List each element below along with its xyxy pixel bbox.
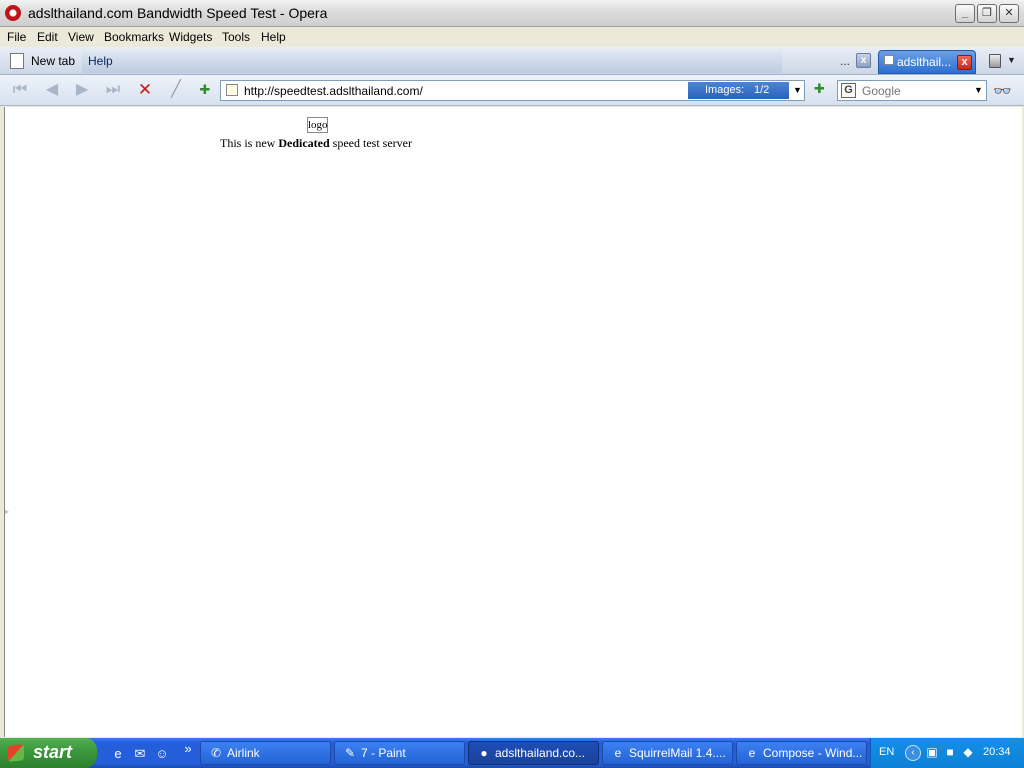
images-count: 1/2 xyxy=(754,84,770,96)
search-field[interactable]: G ▼ xyxy=(837,80,987,101)
quick-launch-more-icon[interactable]: » xyxy=(180,741,196,757)
start-label: start xyxy=(33,742,73,762)
opera-window: adslthailand.com Bandwidth Speed Test - … xyxy=(0,0,1024,738)
zoom-glasses-icon[interactable]: 👓 xyxy=(993,82,1012,100)
tab-help[interactable]: Help xyxy=(82,51,782,73)
close-window-button[interactable]: ✕ xyxy=(999,4,1019,23)
ie-icon: e xyxy=(614,746,622,760)
menu-edit[interactable]: Edit xyxy=(37,30,58,44)
intro-suffix: speed test server xyxy=(329,136,412,150)
bookmark-page-icon[interactable]: ✚ xyxy=(195,81,215,99)
add-bookmark-icon[interactable]: ✚ xyxy=(814,81,825,97)
fast-forward-icon[interactable]: ⏭ xyxy=(103,81,123,99)
tab-bar: New tab Help ... x adslthail... x ▼ xyxy=(0,47,1024,75)
task-compose[interactable]: e Compose - Wind... xyxy=(736,741,867,765)
task-opera[interactable]: ● adslthailand.co... xyxy=(468,741,599,765)
close-active-tab-icon[interactable]: x xyxy=(957,55,972,70)
rewind-icon[interactable]: ⏮ xyxy=(10,81,30,99)
menu-widgets[interactable]: Widgets xyxy=(169,30,212,44)
taskbar: start e ✉ ☺ » ✆ Airlink ✎ 7 - Paint ● ad… xyxy=(0,738,1024,768)
page-info-icon[interactable] xyxy=(226,84,238,96)
intro-bold: Dedicated xyxy=(278,136,330,150)
clock[interactable]: 20:34 xyxy=(983,746,1011,758)
airlink-icon: ✆ xyxy=(210,746,222,760)
network-icon[interactable]: ▣ xyxy=(925,745,939,759)
windows-logo-icon xyxy=(8,744,24,762)
task-label: Airlink xyxy=(227,746,260,760)
messenger-icon[interactable]: ☺ xyxy=(154,746,170,762)
language-indicator[interactable]: EN xyxy=(879,746,894,758)
back-icon[interactable]: ◀ xyxy=(42,81,62,99)
show-hidden-icons-icon[interactable]: ‹ xyxy=(905,745,921,761)
menu-file[interactable]: File xyxy=(7,30,26,44)
intro-prefix: This is new xyxy=(220,136,279,150)
tab-help-label: Help xyxy=(88,54,113,68)
system-tray: EN ‹ ▣ ■ ◆ 20:34 xyxy=(870,738,1024,768)
ie-icon: e xyxy=(748,746,756,760)
chevron-down-icon[interactable]: ▼ xyxy=(1007,55,1016,65)
stop-icon[interactable]: ✕ xyxy=(135,81,155,99)
tab-overflow-indicator[interactable]: ... xyxy=(840,54,850,68)
task-label: 7 - Paint xyxy=(361,746,406,760)
flag-icon[interactable]: ■ xyxy=(943,745,957,759)
logo-image: logo xyxy=(307,117,328,133)
opera-icon: ● xyxy=(480,746,488,760)
tab-adslthailand-label: adslthail... xyxy=(897,55,952,69)
internet-explorer-icon[interactable]: e xyxy=(110,746,126,762)
menu-bar: File Edit View Bookmarks Widgets Tools H… xyxy=(0,27,1024,47)
task-squirrelmail[interactable]: e SquirrelMail 1.4.... xyxy=(602,741,733,765)
restore-button[interactable]: ❐ xyxy=(977,4,997,23)
menu-tools[interactable]: Tools xyxy=(222,30,250,44)
task-airlink[interactable]: ✆ Airlink xyxy=(200,741,331,765)
opera-icon[interactable] xyxy=(5,5,21,21)
title-bar[interactable]: adslthailand.com Bandwidth Speed Test - … xyxy=(0,0,1024,27)
task-paint[interactable]: ✎ 7 - Paint xyxy=(334,741,465,765)
outlook-express-icon[interactable]: ✉ xyxy=(132,746,148,762)
window-title: adslthailand.com Bandwidth Speed Test - … xyxy=(28,5,328,21)
paint-icon: ✎ xyxy=(344,746,356,760)
search-dropdown-icon[interactable]: ▼ xyxy=(972,83,985,98)
new-tab-button[interactable]: New tab xyxy=(6,51,80,71)
tab-adslthailand[interactable]: adslthail... x xyxy=(878,50,976,74)
images-progress: Images: 1/2 xyxy=(688,82,789,99)
task-label: adslthailand.co... xyxy=(495,746,586,760)
images-label: Images: xyxy=(705,84,745,96)
new-tab-label: New tab xyxy=(31,54,76,68)
address-url[interactable]: http://speedtest.adslthailand.com/ xyxy=(244,84,423,98)
page-content: logo This is new Dedicated speed test se… xyxy=(4,107,1022,737)
forward-icon[interactable]: ▶ xyxy=(72,81,92,99)
edit-icon[interactable]: ╱ xyxy=(166,81,186,99)
menu-view[interactable]: View xyxy=(68,30,94,44)
address-field[interactable]: http://speedtest.adslthailand.com/ Image… xyxy=(220,80,805,101)
start-button[interactable]: start xyxy=(0,738,97,768)
intro-text: This is new Dedicated speed test server xyxy=(220,136,412,151)
page-icon xyxy=(884,55,894,65)
trash-icon[interactable] xyxy=(989,54,1001,68)
panel-toggle-icon[interactable]: ▸ xyxy=(5,507,9,516)
close-tab-icon[interactable]: x xyxy=(856,53,871,68)
menu-bookmarks[interactable]: Bookmarks xyxy=(104,30,164,44)
task-label: SquirrelMail 1.4.... xyxy=(629,746,726,760)
minimize-button[interactable]: _ xyxy=(955,4,975,23)
search-input[interactable] xyxy=(862,83,970,98)
task-label: Compose - Wind... xyxy=(763,746,863,760)
firefox-icon[interactable]: ◆ xyxy=(961,745,975,759)
google-icon[interactable]: G xyxy=(841,83,856,98)
new-page-icon xyxy=(10,53,24,69)
address-dropdown-icon[interactable]: ▼ xyxy=(791,82,804,99)
menu-help[interactable]: Help xyxy=(261,30,286,44)
